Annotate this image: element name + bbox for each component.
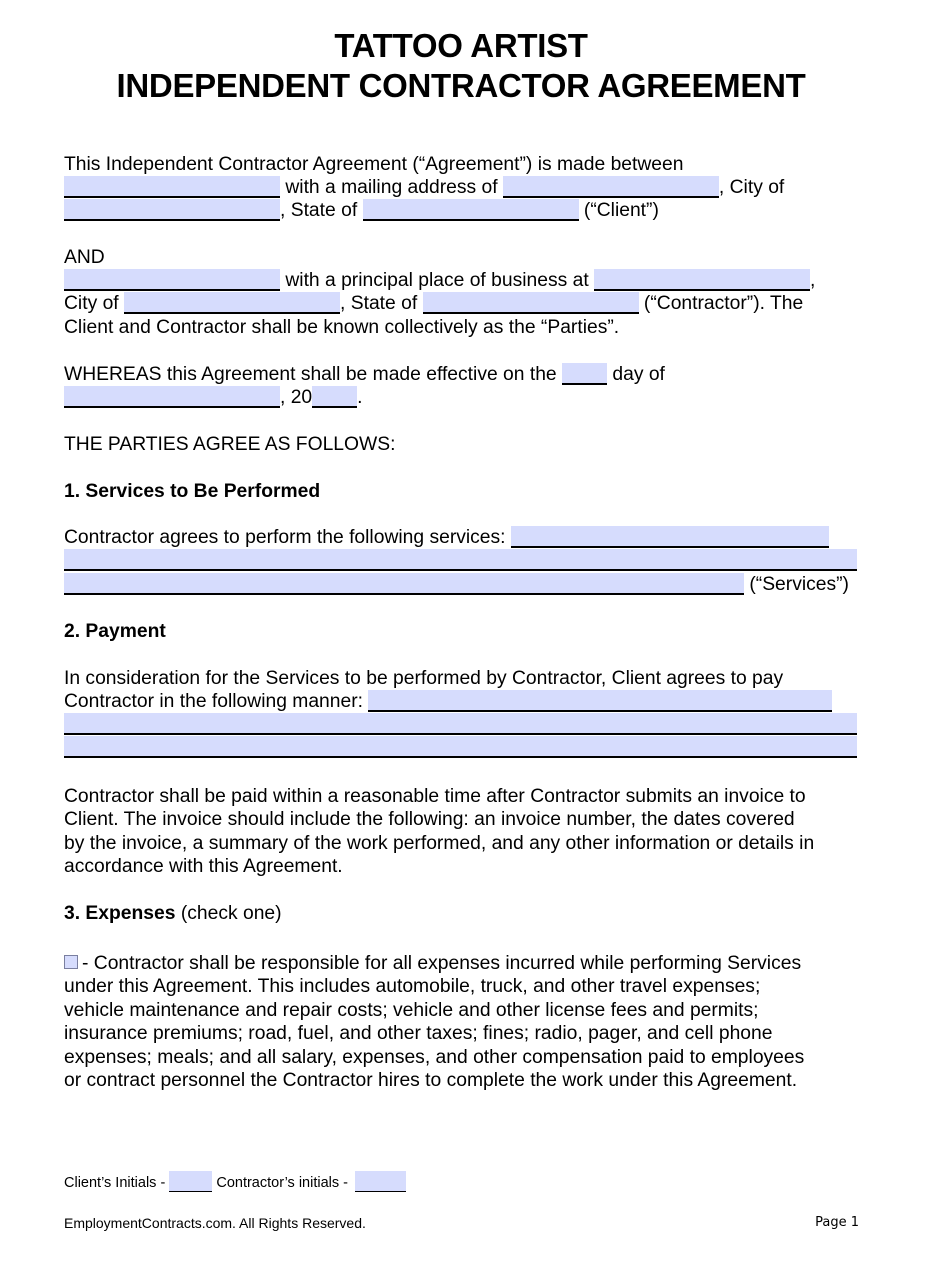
section1-heading: 1. Services to Be Performed (64, 481, 321, 502)
intro-line-3: , State of (“Client”) (64, 199, 659, 222)
client-state-field[interactable] (362, 199, 579, 221)
principal-label: with a principal place of business at (285, 270, 589, 291)
comma-20: , 20 (280, 387, 313, 408)
contractor-label: (“Contractor”). The (643, 293, 804, 314)
payment-text: Contractor in the following manner: (64, 691, 364, 712)
invoice-para-line: by the invoice, a summary of the work pe… (64, 833, 815, 854)
agree-heading: THE PARTIES AGREE AS FOLLOWS: (64, 434, 396, 455)
payment-field-2[interactable] (64, 713, 857, 735)
state-of-label: , State of (340, 293, 418, 314)
expenses-text: - Contractor shall be responsible for al… (82, 953, 802, 974)
year-field[interactable] (312, 386, 358, 408)
city-of-label: , City of (718, 177, 785, 198)
section3-heading-line: 3. Expenses (check one) (64, 902, 282, 925)
expenses-option-line: - Contractor shall be responsible for al… (64, 952, 801, 975)
section2-heading: 2. Payment (64, 621, 166, 642)
services-field-2[interactable] (64, 549, 857, 571)
client-name-field[interactable] (64, 176, 280, 198)
contractor-name-field[interactable] (64, 269, 280, 291)
day-field[interactable] (562, 363, 608, 385)
contractor-line-2: City of , State of (“Contractor”). The (64, 292, 803, 315)
services-text: Contractor agrees to perform the followi… (64, 527, 506, 548)
expenses-line: insurance premiums; road, fuel, and othe… (64, 1023, 773, 1044)
contractor-address-field[interactable] (594, 269, 811, 291)
client-city-field[interactable] (64, 199, 280, 221)
contractor-state-field[interactable] (422, 292, 639, 314)
services-line-3: (“Services”) (64, 573, 849, 596)
invoice-para-line: Contractor shall be paid within a reason… (64, 786, 806, 807)
expenses-line: or contract personnel the Contractor hir… (64, 1070, 798, 1091)
section3-note: (check one) (180, 903, 282, 924)
parties-line: Client and Contractor shall be known col… (64, 317, 620, 338)
invoice-para-line: Client. The invoice should include the f… (64, 809, 795, 830)
comma: , (810, 270, 816, 291)
mailing-label: with a mailing address of (285, 177, 498, 198)
expenses-checkbox[interactable] (64, 955, 78, 969)
copyright: EmploymentContracts.com. All Rights Rese… (64, 1215, 366, 1231)
client-initials-field[interactable] (169, 1171, 213, 1192)
period: . (357, 387, 363, 408)
contractor-initials-label: Contractor’s initials - (216, 1175, 348, 1191)
contractor-city-field[interactable] (124, 292, 341, 314)
services-field-1[interactable] (510, 526, 829, 548)
initials-line: Client’s Initials - Contractor’s initial… (64, 1171, 406, 1192)
payment-line-1: In consideration for the Services to be … (64, 668, 784, 689)
page-number: Page 1 (815, 1215, 859, 1230)
contractor-initials-field[interactable] (355, 1171, 406, 1192)
whereas-text: WHEREAS this Agreement shall be made eff… (64, 364, 557, 385)
payment-field-1[interactable] (368, 690, 833, 712)
section3-heading: 3. Expenses (64, 903, 176, 924)
document-title-line1: TATTOO ARTIST (334, 27, 588, 64)
month-field[interactable] (64, 386, 280, 408)
intro-line: This Independent Contractor Agreement (“… (64, 154, 684, 175)
services-field-3[interactable] (64, 573, 744, 595)
and-label: AND (64, 247, 105, 268)
expenses-line: under this Agreement. This includes auto… (64, 976, 761, 997)
invoice-para-line: accordance with this Agreement. (64, 856, 343, 877)
intro-line-2: with a mailing address of , City of (64, 176, 784, 199)
expenses-line: vehicle maintenance and repair costs; ve… (64, 1000, 759, 1021)
services-label: (“Services”) (749, 574, 849, 595)
date-line: , 20. (64, 386, 363, 409)
payment-line-2: Contractor in the following manner: (64, 690, 833, 713)
contractor-line-1: with a principal place of business at , (64, 269, 815, 292)
expenses-line: expenses; meals; and all salary, expense… (64, 1047, 805, 1068)
payment-field-3[interactable] (64, 736, 857, 758)
whereas-line: WHEREAS this Agreement shall be made eff… (64, 363, 665, 386)
client-label: (“Client”) (583, 200, 659, 221)
state-of-label: , State of (280, 200, 358, 221)
services-line: Contractor agrees to perform the followi… (64, 526, 829, 549)
day-of-label: day of (612, 364, 665, 385)
client-address-field[interactable] (502, 176, 719, 198)
document-title-line2: INDEPENDENT CONTRACTOR AGREEMENT (116, 67, 806, 104)
city-of-label: City of (64, 293, 119, 314)
client-initials-label: Client’s Initials - (64, 1175, 166, 1191)
